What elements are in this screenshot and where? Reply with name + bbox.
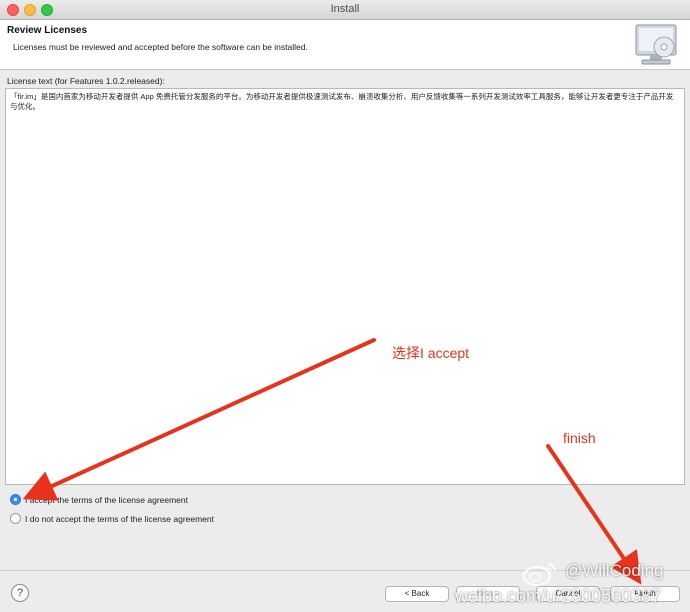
help-button[interactable]: ? bbox=[11, 584, 29, 602]
window-titlebar: Install bbox=[0, 0, 690, 20]
watermark-url: weibo.com/u/2500560387 bbox=[455, 586, 662, 606]
license-text: 「fir.im」是国内首家为移动开发者提供 App 免费托管分发服务的平台。为移… bbox=[10, 92, 674, 111]
license-text-area[interactable]: 「fir.im」是国内首家为移动开发者提供 App 免费托管分发服务的平台。为移… bbox=[5, 88, 685, 485]
finish-annotation: finish bbox=[563, 430, 596, 446]
wizard-header: Review Licenses Licenses must be reviewe… bbox=[0, 20, 690, 70]
decline-radio-button[interactable] bbox=[10, 513, 21, 524]
window-title: Install bbox=[330, 3, 360, 15]
weibo-logo-icon bbox=[523, 563, 556, 586]
watermark-handle: @WillCoding bbox=[565, 561, 664, 580]
accept-radio-button[interactable] bbox=[10, 494, 21, 505]
accept-license-option[interactable]: I accept the terms of the license agreem… bbox=[10, 493, 188, 506]
accept-radio-label: I accept the terms of the license agreem… bbox=[25, 494, 189, 505]
page-description: Licenses must be reviewed and accepted b… bbox=[13, 42, 308, 52]
install-monitor-icon bbox=[635, 24, 677, 65]
license-text-label: License text (for Features 1.0.2.release… bbox=[7, 76, 165, 86]
back-button[interactable]: < Back bbox=[385, 586, 449, 602]
decline-radio-label: I do not accept the terms of the license… bbox=[25, 513, 214, 524]
decline-license-option[interactable]: I do not accept the terms of the license… bbox=[10, 512, 214, 525]
accept-annotation: 选择I accept bbox=[392, 345, 470, 361]
page-title: Review Licenses bbox=[7, 25, 88, 36]
